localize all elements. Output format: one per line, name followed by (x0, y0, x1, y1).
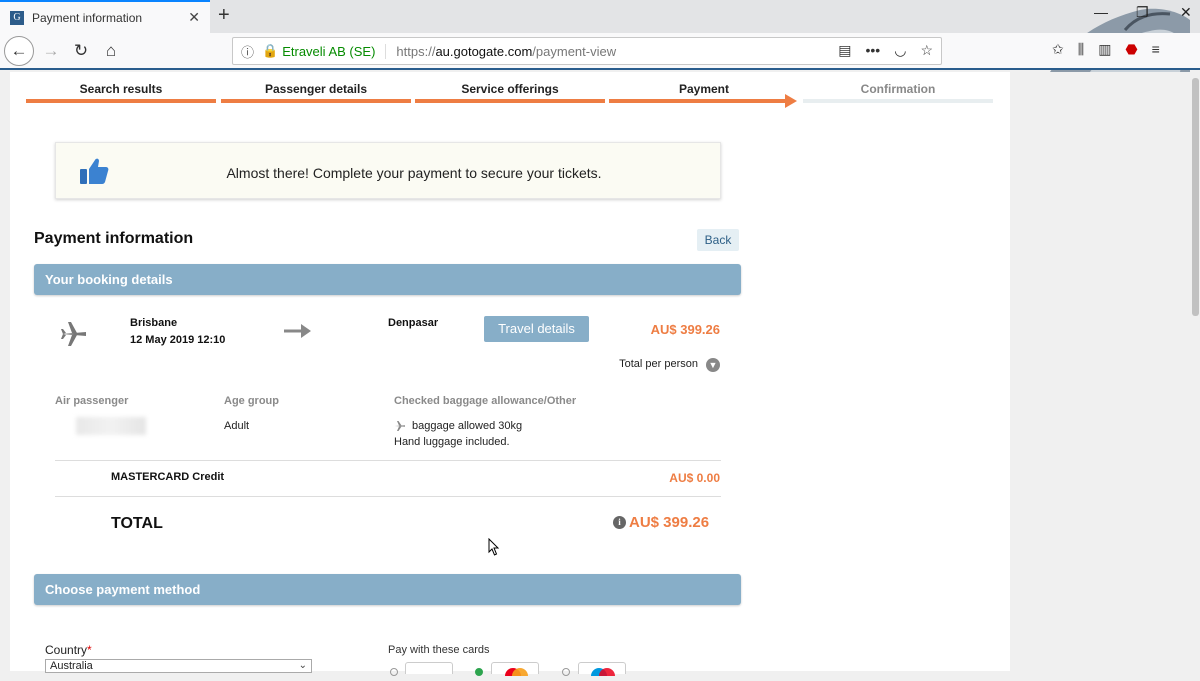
chevron-down-icon[interactable]: ▼ (706, 358, 720, 372)
url-path: /payment-view (532, 43, 617, 59)
step-search-results: Search results (26, 82, 216, 103)
page-title: Payment information (34, 230, 194, 247)
browser-tab-bar: G Payment information ✕ + — ❐ ✕ (0, 0, 1200, 72)
sidebar-icon[interactable]: ▥ (1098, 41, 1111, 58)
route-arrow-icon (284, 324, 311, 338)
required-marker: * (87, 643, 92, 657)
payment-method-header: Choose payment method (34, 574, 741, 605)
tab-close-icon[interactable]: ✕ (188, 9, 200, 26)
maestro-circles-icon (591, 668, 615, 681)
close-window-icon[interactable]: ✕ (1180, 4, 1192, 21)
small-plane-icon (395, 421, 405, 431)
minimize-window-icon[interactable]: — (1094, 4, 1108, 20)
card-fee-label: MASTERCARD Credit (111, 471, 225, 483)
browser-nav-bar: ← → ↻ ⌂ ⓘ 🔒 Etraveli AB (SE) https:// au… (0, 33, 1200, 70)
step-bar (415, 99, 605, 103)
step-label: Search results (79, 82, 163, 96)
price-per-person: AU$ 399.26 (650, 322, 720, 337)
step-passenger-details: Passenger details (221, 82, 411, 103)
browser-tab[interactable]: G Payment information ✕ (0, 0, 210, 33)
divider (55, 496, 721, 497)
travel-details-button[interactable]: Travel details (484, 316, 589, 342)
info-icon[interactable]: i (613, 516, 626, 529)
booking-details-header: Your booking details (34, 264, 741, 295)
baggage-allowance: baggage allowed 30kg (412, 420, 523, 432)
country-label-text: Country (45, 643, 88, 657)
scrollbar-thumb[interactable] (1192, 78, 1199, 316)
column-baggage: Checked baggage allowance/Other (394, 395, 577, 407)
page-actions-icon[interactable]: ••• (866, 42, 881, 59)
page-gutter (1010, 72, 1190, 671)
divider (55, 460, 721, 461)
country-label: Country* (45, 643, 92, 657)
payment-notice: Almost there! Complete your payment to s… (55, 142, 721, 199)
step-service-offerings: Service offerings (415, 82, 605, 103)
step-payment: Payment (609, 82, 799, 108)
step-label: Confirmation (860, 82, 936, 96)
tab-title: Payment information (32, 10, 143, 25)
step-bar (609, 99, 787, 103)
maximize-window-icon[interactable]: ❐ (1136, 4, 1149, 21)
hand-luggage-note: Hand luggage included. (394, 436, 510, 448)
plane-icon (61, 322, 86, 346)
chevron-down-icon: ⌄ (298, 660, 307, 671)
step-bar (26, 99, 216, 103)
column-age-group: Age group (224, 395, 279, 407)
new-tab-icon[interactable]: + (218, 4, 230, 27)
reader-view-icon[interactable]: ▤ (838, 42, 851, 59)
origin-datetime: 12 May 2019 12:10 (130, 334, 226, 346)
step-confirmation: Confirmation (803, 82, 993, 103)
column-air-passenger: Air passenger (55, 395, 129, 407)
step-label: Service offerings (461, 82, 559, 96)
site-info-icon[interactable]: ⓘ (241, 42, 254, 61)
card-fee-amount: AU$ 0.00 (669, 471, 720, 485)
mouse-cursor-icon (488, 538, 500, 556)
card-radio[interactable] (475, 668, 483, 676)
address-bar[interactable]: ⓘ 🔒 Etraveli AB (SE) https:// au.gotogat… (232, 37, 942, 65)
back-arrow-icon[interactable]: ← (4, 36, 34, 66)
passenger-age-group: Adult (224, 420, 250, 432)
step-arrow-icon (785, 94, 797, 108)
mastercard-logo-icon[interactable] (491, 662, 539, 681)
cards-label: Pay with these cards (388, 644, 490, 656)
notice-message: Almost there! Complete your payment to s… (226, 165, 602, 181)
step-bar (803, 99, 993, 103)
reload-icon[interactable]: ↻ (68, 38, 94, 64)
pocket-icon[interactable]: ◡ (894, 42, 906, 59)
adblock-icon[interactable]: ⬣ (1125, 41, 1137, 58)
mastercard-circles-icon (505, 668, 528, 681)
origin-city: Brisbane (130, 317, 178, 329)
bookmarks-star-icon[interactable]: ✩ (1052, 41, 1064, 58)
card-radio[interactable] (390, 668, 398, 676)
page-content: Search results Passenger details Service… (10, 72, 1010, 681)
site-favicon-icon: G (10, 10, 24, 25)
home-icon[interactable]: ⌂ (98, 38, 124, 64)
total-price: AU$ 399.26 (629, 514, 710, 531)
menu-icon[interactable]: ≡ (1152, 41, 1160, 58)
url-domain: au.gotogate.com (435, 43, 533, 59)
lock-icon: 🔒 (262, 43, 279, 58)
total-per-person-label[interactable]: Total per person (570, 358, 698, 370)
library-icon[interactable]: ⫼ (1078, 41, 1084, 58)
url-protocol: https:// (396, 43, 436, 59)
total-label: TOTAL (111, 515, 163, 532)
step-label: Payment (678, 82, 730, 96)
card-logo-icon[interactable] (405, 662, 453, 674)
card-radio[interactable] (562, 668, 570, 676)
redacted-passenger-name (76, 417, 146, 435)
back-button[interactable]: Back (697, 229, 739, 251)
step-label: Passenger details (264, 82, 368, 96)
step-bar (221, 99, 411, 103)
forward-arrow-icon[interactable]: → (38, 38, 64, 64)
country-select-value: Australia (50, 660, 93, 672)
maestro-logo-icon[interactable] (578, 662, 626, 681)
booking-progress-steps: Search results Passenger details Service… (26, 82, 996, 108)
bookmark-star-icon[interactable]: ☆ (920, 42, 933, 59)
site-identity[interactable]: Etraveli AB (SE) (282, 43, 387, 59)
destination-city: Denpasar (388, 317, 439, 329)
